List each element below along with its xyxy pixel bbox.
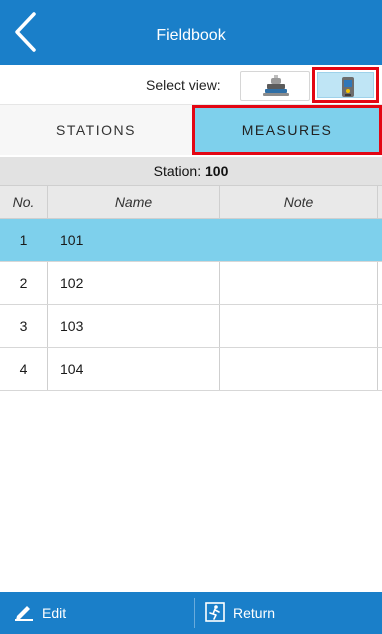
row-name: 104 <box>48 348 220 390</box>
page-title: Fieldbook <box>156 27 226 44</box>
fieldbook-screen: Fieldbook Select view: STATIONS MEASURES… <box>0 0 382 634</box>
tab-measures[interactable]: MEASURES <box>192 105 382 155</box>
row-note <box>220 305 378 347</box>
app-header: Fieldbook <box>0 0 382 65</box>
row-name: 101 <box>48 219 220 261</box>
bottom-toolbar: Edit Return <box>0 592 382 634</box>
total-station-view-button[interactable] <box>240 71 310 101</box>
gnss-view-button[interactable] <box>312 67 379 103</box>
gnss-view-button-face <box>317 72 374 98</box>
row-number: 3 <box>0 305 48 347</box>
tab-bar: STATIONS MEASURES <box>0 105 382 155</box>
edit-button[interactable]: Edit <box>14 592 66 634</box>
return-label: Return <box>233 605 276 621</box>
total-station-icon <box>263 75 289 96</box>
station-value: 100 <box>205 163 229 179</box>
return-button[interactable]: Return <box>205 592 275 634</box>
table-row[interactable]: 1 101 <box>0 219 382 262</box>
table-row[interactable]: 2 102 <box>0 262 382 305</box>
column-header-name: Name <box>48 186 220 218</box>
tab-stations[interactable]: STATIONS <box>0 105 192 155</box>
station-label: Station: <box>153 163 202 179</box>
column-header-note: Note <box>220 186 378 218</box>
station-header: Station: 100 <box>0 157 382 185</box>
table-row[interactable]: 3 103 <box>0 305 382 348</box>
row-number: 2 <box>0 262 48 304</box>
measures-table: 1 101 2 102 3 103 4 104 <box>0 219 382 391</box>
column-header-no: No. <box>0 186 48 218</box>
select-view-label: Select view: <box>146 77 221 93</box>
row-name: 102 <box>48 262 220 304</box>
row-number: 4 <box>0 348 48 390</box>
footer-divider <box>194 598 195 628</box>
exit-icon <box>205 601 225 625</box>
edit-label: Edit <box>42 605 67 621</box>
row-number: 1 <box>0 219 48 261</box>
row-note <box>220 262 378 304</box>
row-name: 103 <box>48 305 220 347</box>
table-row[interactable]: 4 104 <box>0 348 382 391</box>
gnss-receiver-icon <box>342 77 354 97</box>
row-note <box>220 219 378 261</box>
view-selector: Select view: <box>0 65 382 105</box>
table-header: No. Name Note <box>0 185 382 219</box>
pencil-icon <box>14 603 34 624</box>
row-note <box>220 348 378 390</box>
